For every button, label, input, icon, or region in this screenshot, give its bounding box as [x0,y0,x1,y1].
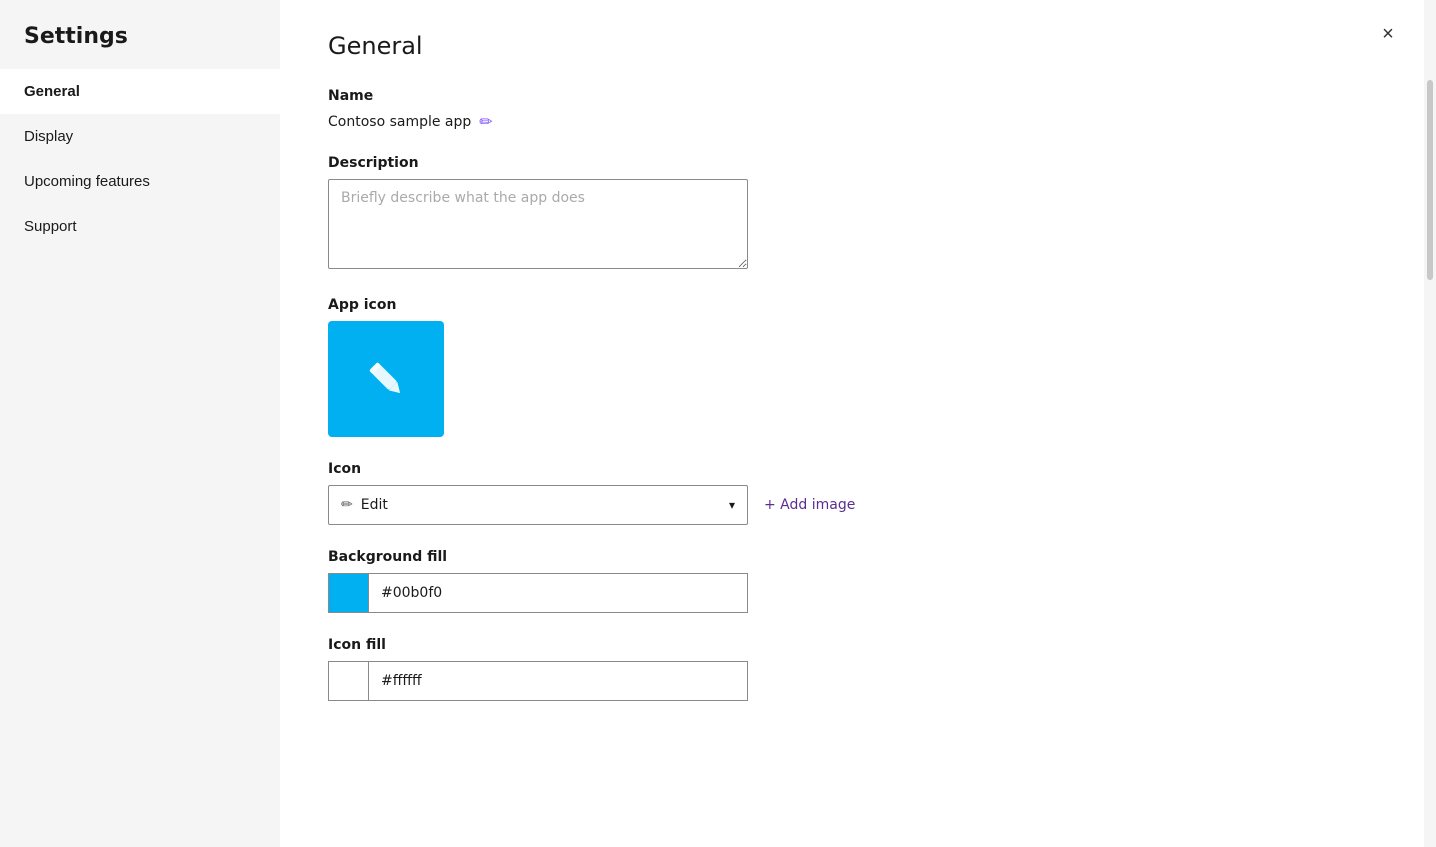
icon-row: ✏ Edit ▾ + Add image [328,485,1376,525]
name-edit-icon[interactable]: ✏ [479,112,492,131]
sidebar-item-upcoming-features[interactable]: Upcoming features [0,159,280,204]
background-color-swatch[interactable] [328,573,368,613]
sidebar-title: Settings [0,0,280,69]
name-label: Name [328,88,1376,104]
app-icon-section: App icon [328,297,1376,437]
page-title: General [328,32,1376,60]
add-image-button[interactable]: + Add image [764,497,855,513]
name-value-row: Contoso sample app ✏ [328,112,1376,131]
icon-select-dropdown[interactable]: ✏ Edit ▾ [328,485,748,525]
background-fill-section: Background fill [328,549,1376,613]
icon-label: Icon [328,461,1376,477]
icon-fill-row [328,661,1376,701]
sidebar-item-support[interactable]: Support [0,204,280,249]
close-button[interactable]: × [1372,18,1404,50]
pencil-icon [360,353,412,405]
sidebar-item-display[interactable]: Display [0,114,280,159]
chevron-down-icon: ▾ [729,498,735,512]
icon-fill-swatch[interactable] [328,661,368,701]
icon-section: Icon ✏ Edit ▾ + Add image [328,461,1376,525]
description-label: Description [328,155,1376,171]
scrollbar-track [1424,0,1436,847]
main-content: × General Name Contoso sample app ✏ Desc… [280,0,1424,847]
app-icon-preview[interactable] [328,321,444,437]
sidebar-item-general[interactable]: General [0,69,280,114]
description-section: Description [328,155,1376,273]
sidebar-nav: General Display Upcoming features Suppor… [0,69,280,249]
background-fill-label: Background fill [328,549,1376,565]
app-icon-label: App icon [328,297,1376,313]
sidebar: Settings General Display Upcoming featur… [0,0,280,847]
icon-select-value: Edit [361,497,388,513]
icon-fill-label: Icon fill [328,637,1376,653]
app-name-text: Contoso sample app [328,114,471,130]
icon-fill-section: Icon fill [328,637,1376,701]
icon-fill-input[interactable] [368,661,748,701]
background-fill-row [328,573,1376,613]
name-section: Name Contoso sample app ✏ [328,88,1376,131]
scrollbar-thumb[interactable] [1427,80,1433,280]
icon-select-pencil-icon: ✏ [341,497,353,513]
description-textarea[interactable] [328,179,748,269]
background-color-input[interactable] [368,573,748,613]
